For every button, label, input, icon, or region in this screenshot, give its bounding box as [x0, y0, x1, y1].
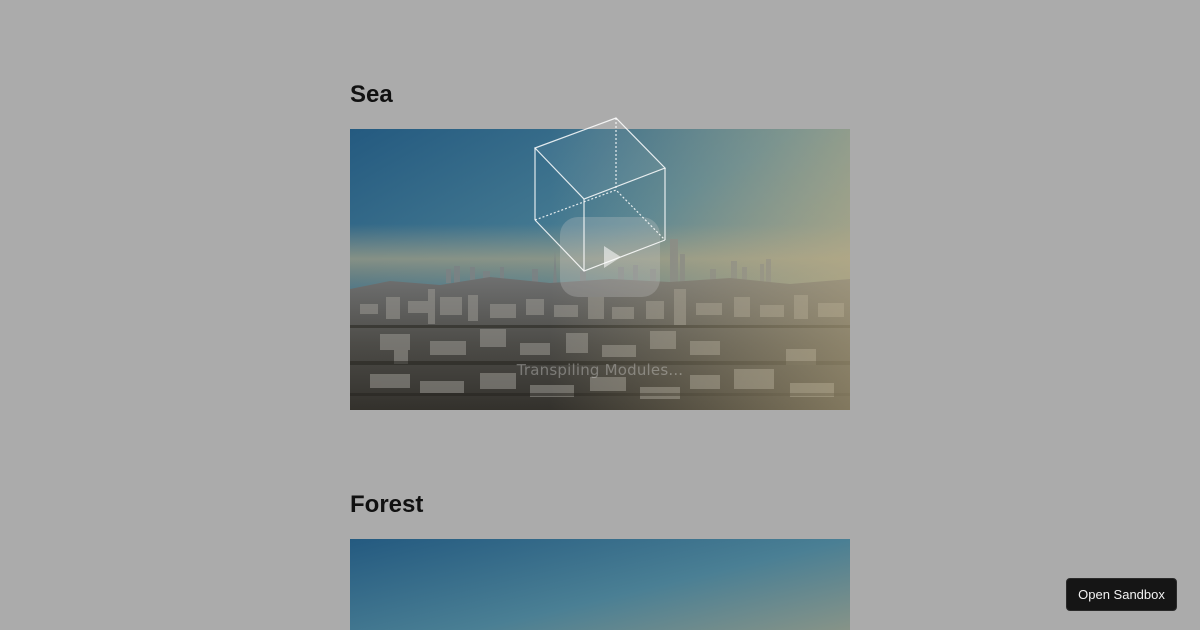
play-icon [604, 246, 621, 268]
video-frame-sky [350, 539, 850, 630]
play-button[interactable] [560, 217, 660, 297]
section-title-sea: Sea [350, 81, 393, 108]
section-title-forest: Forest [350, 491, 424, 518]
page: Sea Forest Transpiling Modules... Open S… [0, 0, 1200, 630]
video-player-sea[interactable] [350, 129, 850, 410]
open-sandbox-button[interactable]: Open Sandbox [1066, 578, 1177, 611]
video-player-forest[interactable] [350, 539, 850, 630]
